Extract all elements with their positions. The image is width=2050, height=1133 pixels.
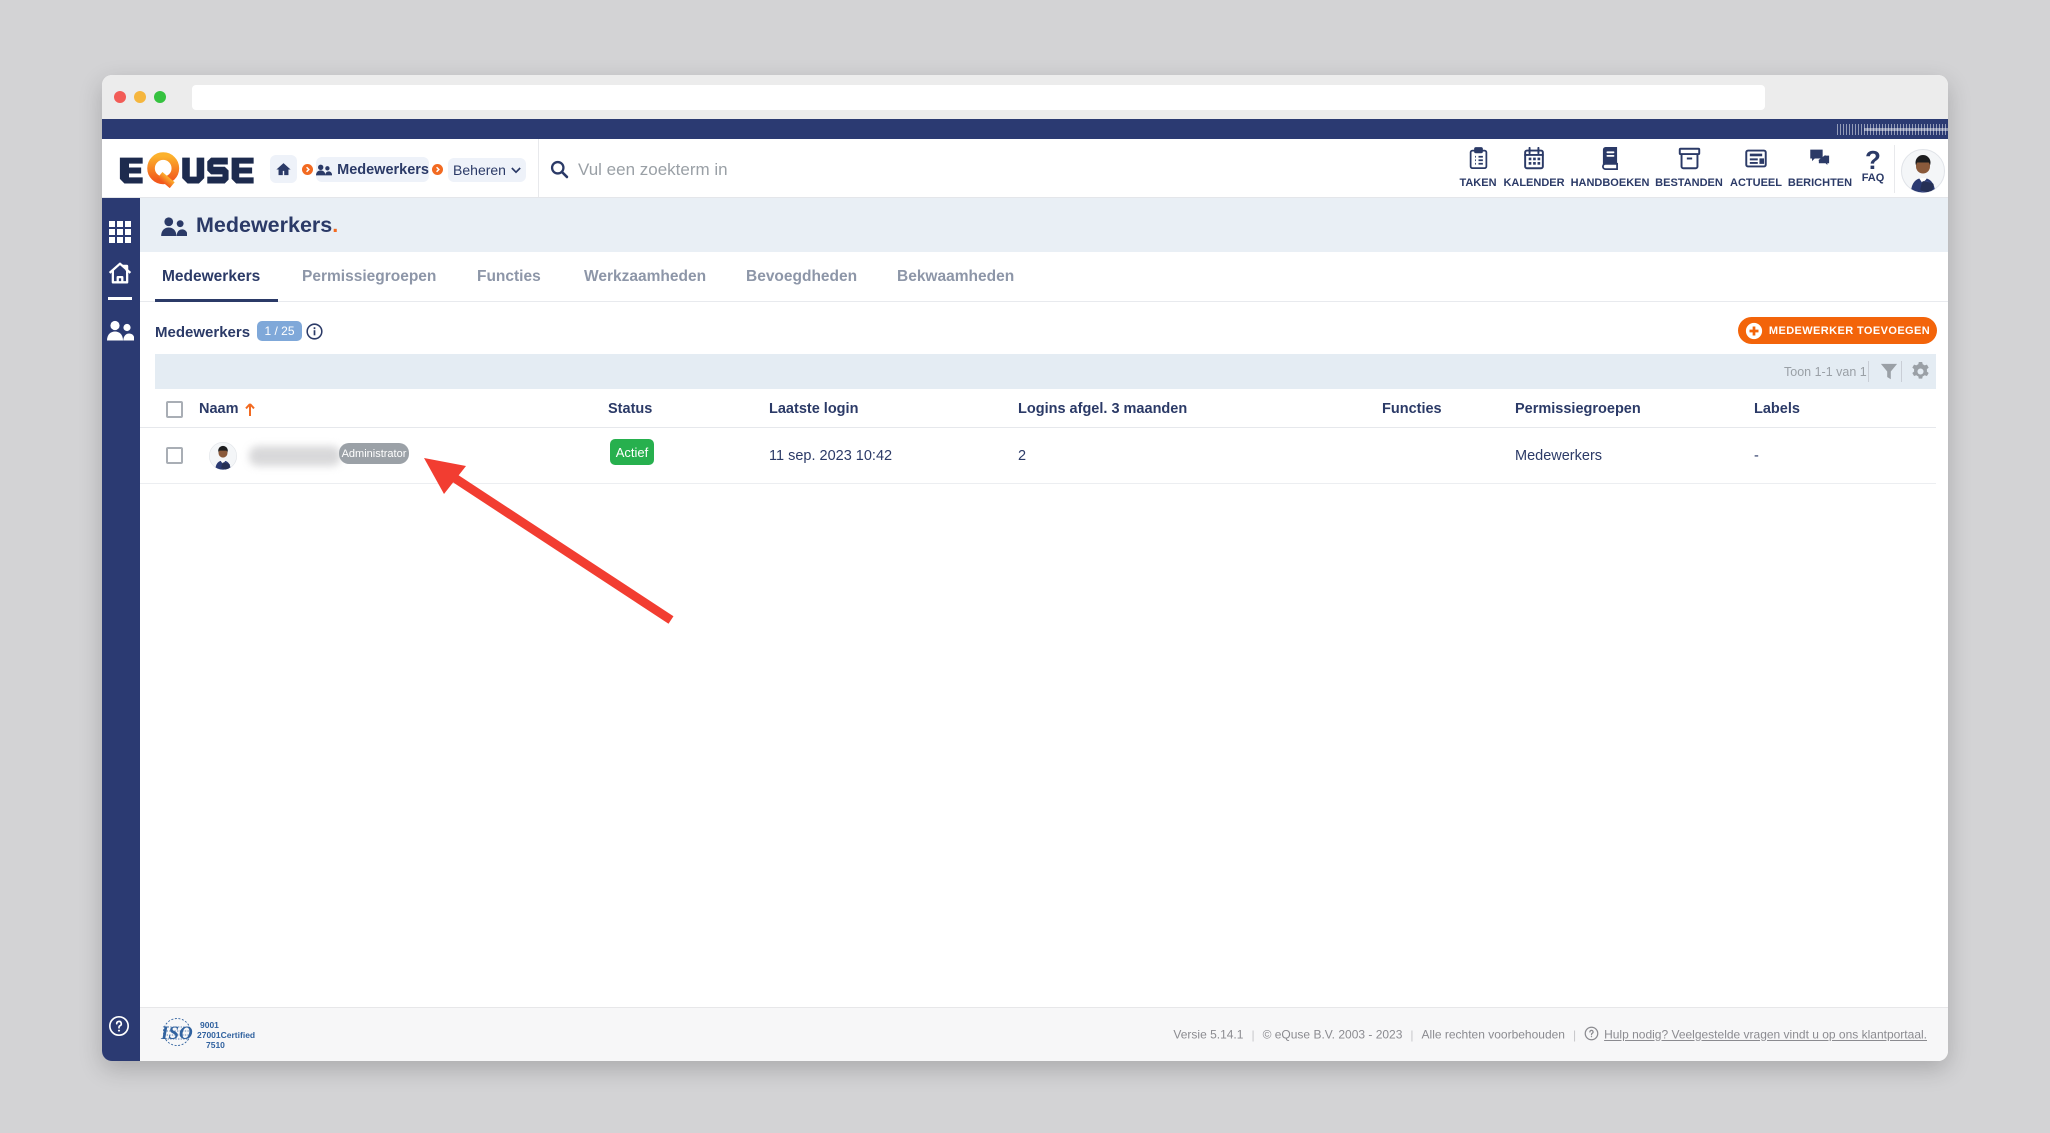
svg-text:27001Certified: 27001Certified — [197, 1030, 255, 1040]
svg-text:7510: 7510 — [206, 1040, 225, 1049]
svg-text:ISO: ISO — [160, 1023, 193, 1044]
svg-text:9001: 9001 — [200, 1020, 219, 1030]
